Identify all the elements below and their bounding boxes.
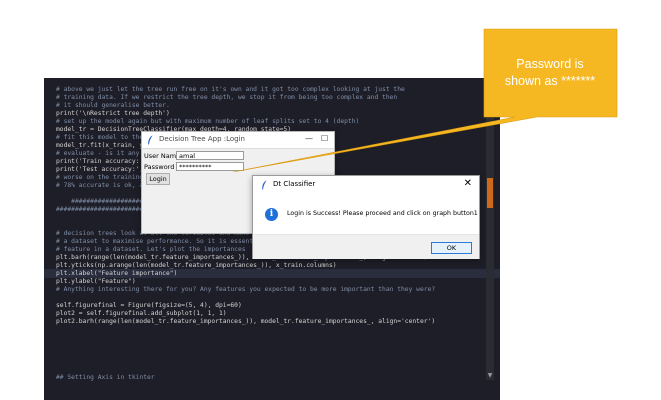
callout-line-2: shown as *******: [504, 74, 596, 88]
callout-line-1: Password is: [516, 57, 584, 71]
callout-text: Password is shown as *******: [485, 56, 615, 90]
